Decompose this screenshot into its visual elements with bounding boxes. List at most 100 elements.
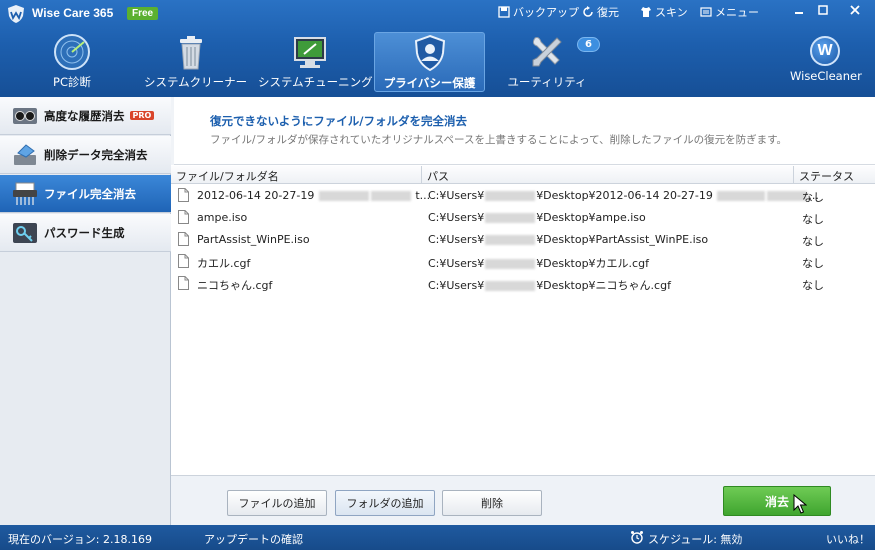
radar-icon [54, 34, 90, 70]
file-status: なし [802, 257, 824, 270]
backup-icon [498, 6, 510, 18]
glasses-icon [13, 107, 37, 124]
file-name: ampe.iso [197, 211, 248, 224]
sidebar-item-password-generator[interactable]: パスワード生成 [0, 214, 171, 252]
version-text: 現在のバージョン: 2.18.169 [8, 533, 152, 546]
column-separator[interactable] [421, 166, 422, 184]
table-row[interactable]: 2012-06-14 20-27-19 t... C:¥Users¥ ¥Deskt… [171, 185, 875, 207]
redacted-text [485, 235, 536, 245]
sidebar-item-label: 高度な履歴消去 [44, 108, 125, 123]
wisecleaner-label: WiseCleaner [790, 69, 862, 83]
sidebar-item-label: ファイル完全消去 [44, 186, 136, 201]
shredder-icon [13, 182, 37, 205]
file-path: C:¥Users¥ [428, 233, 485, 246]
file-path: C:¥Users¥ [428, 279, 485, 292]
add-file-button[interactable]: ファイルの追加 [227, 490, 327, 516]
restore-icon [583, 6, 593, 17]
erase-button[interactable]: 消去 [723, 486, 831, 516]
sidebar-item-label: パスワード生成 [44, 225, 125, 240]
redacted-text [370, 191, 411, 201]
backup-label: バックアップ [513, 6, 579, 19]
sidebar-item-label: 削除データ完全消去 [44, 147, 148, 162]
menu-label: メニュー [715, 6, 759, 19]
sidebar-item-file-shredder[interactable]: ファイル完全消去 [0, 175, 171, 213]
redacted-text [485, 259, 536, 269]
sidebar: 高度な履歴消去 PRO 削除データ完全消去 ファイル完全消去 パスワード生成 [0, 97, 171, 525]
column-header-status[interactable]: ステータス [799, 168, 854, 184]
action-bar: ファイルの追加 フォルダの追加 削除 消去 [171, 475, 875, 525]
file-name: ニコちゃん.cgf [197, 279, 273, 292]
add-folder-button[interactable]: フォルダの追加 [335, 490, 435, 516]
skin-icon [641, 7, 651, 17]
table-row[interactable]: カエル.cgf C:¥Users¥ ¥Desktop¥カエル.cgf なし [171, 251, 875, 273]
file-status: なし [802, 235, 824, 248]
file-status: なし [802, 191, 824, 204]
utilities-count-badge: 6 [577, 37, 600, 52]
tab-privacy-protection[interactable]: プライバシー保護 [374, 32, 485, 92]
status-bar: 現在のバージョン: 2.18.169 アップデートの確認 スケジュール: 無効 … [0, 525, 875, 550]
app-title: Wise Care 365 [32, 6, 114, 20]
restore-menu[interactable]: 復元 [582, 4, 619, 20]
check-update-link[interactable]: アップデートの確認 [204, 531, 303, 547]
redacted-text [485, 281, 536, 291]
file-path-rest: ¥Desktop¥ニコちゃん.cgf [536, 279, 671, 292]
column-separator[interactable] [793, 166, 794, 184]
free-badge: Free [127, 7, 159, 20]
tab-pc-checkup[interactable]: PC診断 [38, 32, 106, 92]
schedule-link[interactable]: スケジュール: 無効 [648, 531, 742, 547]
eraser-disk-icon [14, 143, 36, 165]
page-title: 復元できないようにファイル/フォルダを完全消去 [210, 114, 467, 128]
minimize-button[interactable] [786, 0, 812, 20]
redacted-text [717, 191, 766, 201]
sidebar-item-disk-eraser[interactable]: 削除データ完全消去 [0, 136, 171, 174]
file-name: 2012-06-14 20-27-19 [197, 189, 315, 202]
maximize-icon [818, 5, 828, 15]
title-bar: Wise Care 365 Free バックアップ 復元 スキン メニュー PC… [0, 0, 875, 97]
backup-menu[interactable]: バックアップ [498, 4, 579, 20]
tab-system-cleaner[interactable]: システムクリーナー [144, 32, 248, 92]
file-name: PartAssist_WinPE.iso [197, 233, 310, 246]
pro-badge: PRO [129, 111, 155, 120]
tab-system-cleaner-label: システムクリーナー [144, 75, 248, 89]
section-header: 復元できないようにファイル/フォルダを完全消去 ファイル/フォルダが保存されてい… [171, 97, 875, 165]
column-header-name[interactable]: ファイル/フォルダ名 [176, 168, 279, 184]
wisecleaner-logo-icon: W [810, 36, 840, 66]
main-panel: 復元できないようにファイル/フォルダを完全消去 ファイル/フォルダが保存されてい… [171, 97, 875, 525]
skin-menu[interactable]: スキン [640, 4, 688, 20]
table-row[interactable]: ニコちゃん.cgf C:¥Users¥ ¥Desktop¥ニコちゃん.cgf なし [171, 273, 875, 295]
header-accent-icon [171, 97, 174, 165]
maximize-button[interactable] [810, 0, 836, 20]
main-menu[interactable]: メニュー [700, 4, 759, 20]
file-path: C:¥Users¥ [428, 189, 485, 202]
wisecleaner-brand[interactable]: W WiseCleaner [790, 36, 862, 83]
like-link[interactable]: いいね！ [826, 531, 870, 547]
tab-system-tuneup-label: システムチューニング [258, 75, 373, 89]
file-path-rest: ¥Desktop¥PartAssist_WinPE.iso [536, 233, 709, 246]
trash-can-icon [180, 36, 202, 70]
redacted-text [318, 191, 369, 201]
table-row[interactable]: PartAssist_WinPE.iso C:¥Users¥ ¥Desktop¥P… [171, 229, 875, 251]
key-icon [13, 222, 37, 243]
tab-system-tuneup[interactable]: システムチューニング [258, 32, 373, 92]
file-path: C:¥Users¥ [428, 211, 485, 224]
monitor-tuneup-icon [294, 37, 326, 68]
file-icon [178, 188, 189, 202]
table-row[interactable]: ampe.iso C:¥Users¥ ¥Desktop¥ampe.iso なし [171, 207, 875, 229]
file-icon [178, 210, 189, 224]
file-icon [178, 232, 189, 246]
restore-label: 復元 [597, 6, 619, 19]
mouse-cursor-icon [793, 494, 807, 514]
file-name: カエル.cgf [197, 257, 251, 270]
sidebar-item-advanced-history[interactable]: 高度な履歴消去 PRO [0, 97, 171, 135]
table-header: ファイル/フォルダ名 パス ステータス [171, 166, 875, 184]
tab-pc-checkup-label: PC診断 [53, 75, 91, 89]
file-status: なし [802, 213, 824, 226]
delete-button[interactable]: 削除 [442, 490, 542, 516]
column-header-path[interactable]: パス [427, 168, 449, 184]
file-path-rest: ¥Desktop¥カエル.cgf [536, 257, 649, 270]
tab-privacy-protection-label: プライバシー保護 [383, 76, 476, 90]
skin-label: スキン [655, 6, 688, 19]
tab-utilities[interactable]: ユーティリティ [506, 32, 588, 92]
file-path-rest: ¥Desktop¥ampe.iso [536, 211, 646, 224]
close-button[interactable] [842, 0, 868, 20]
